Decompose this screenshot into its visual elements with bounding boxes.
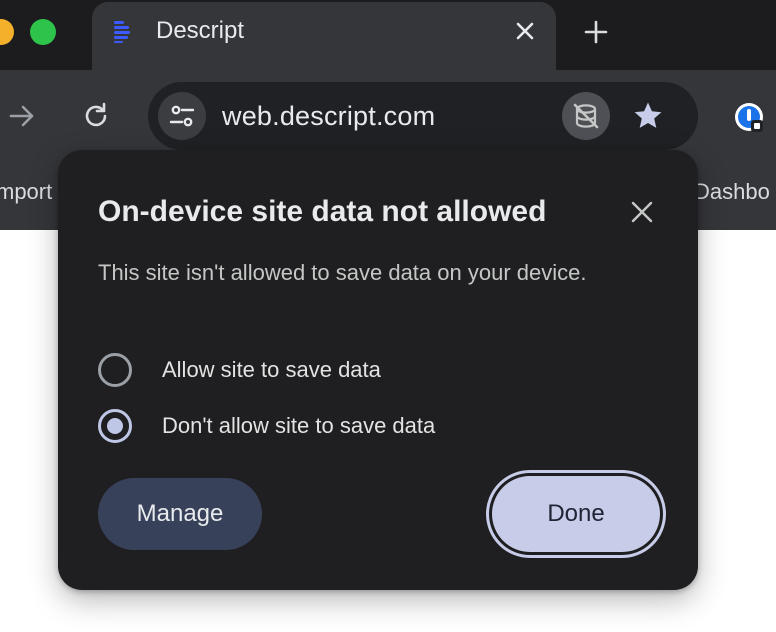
done-button[interactable]: Done <box>492 476 660 552</box>
browser-tab-active[interactable]: Descript <box>92 2 556 70</box>
tab-title: Descript <box>156 17 245 44</box>
minimize-window-button[interactable] <box>0 19 14 45</box>
site-data-popup: On-device site data not allowed This sit… <box>58 150 698 590</box>
database-off-icon[interactable] <box>562 92 610 140</box>
tab-strip: Descript <box>0 0 776 70</box>
allow-save-data-option[interactable]: Allow site to save data <box>98 350 618 390</box>
popup-title: On-device site data not allowed <box>98 195 547 228</box>
allow-save-data-radio[interactable] <box>98 353 132 387</box>
screen: Descript web.descript.com mport Dashbo O… <box>0 0 776 632</box>
close-icon[interactable] <box>510 16 540 46</box>
radio-selected-dot <box>107 418 123 434</box>
popup-description: This site isn't allowed to save data on … <box>98 260 587 285</box>
browser-toolbar: web.descript.com <box>0 70 776 162</box>
reload-icon[interactable] <box>78 98 114 134</box>
zoom-window-button[interactable] <box>30 19 56 45</box>
star-icon[interactable] <box>630 98 666 134</box>
dont-allow-save-data-option[interactable]: Don't allow site to save data <box>98 406 618 446</box>
bookmark-item-import[interactable]: mport <box>0 178 52 206</box>
close-icon[interactable] <box>626 196 658 228</box>
bookmark-item-dashboard[interactable]: Dashbo <box>694 178 770 206</box>
plus-icon[interactable] <box>578 14 614 50</box>
tune-icon[interactable] <box>158 92 206 140</box>
manage-button[interactable]: Manage <box>98 478 262 550</box>
dont-allow-save-data-label[interactable]: Don't allow site to save data <box>162 412 435 440</box>
address-bar[interactable]: web.descript.com <box>148 82 698 150</box>
allow-save-data-label[interactable]: Allow site to save data <box>162 356 381 384</box>
url-text[interactable]: web.descript.com <box>222 100 435 132</box>
arrow-right-icon[interactable] <box>4 98 40 134</box>
descript-logo-icon <box>110 18 136 44</box>
dont-allow-save-data-radio[interactable] <box>98 409 132 443</box>
extension-icon[interactable] <box>732 100 766 134</box>
